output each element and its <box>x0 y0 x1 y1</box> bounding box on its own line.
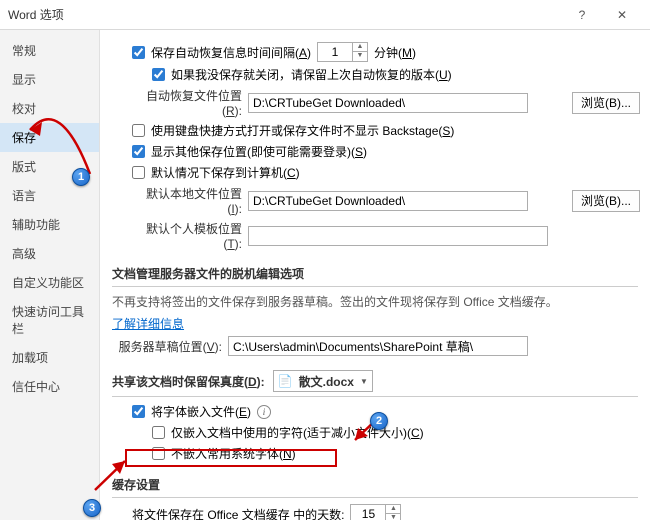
close-button[interactable]: ✕ <box>602 0 642 30</box>
only-used-checkbox[interactable] <box>152 426 165 439</box>
default-local-browse-button[interactable]: 浏览(B)... <box>572 190 640 212</box>
keep-days-label: 将文件保存在 Office 文档缓存 中的天数: <box>132 506 344 520</box>
personal-tpl-input[interactable] <box>248 226 548 246</box>
personal-tpl-label: 默认个人模板位置(T): <box>132 220 242 251</box>
keep-days-value[interactable] <box>351 505 385 520</box>
autosave-label: 保存自动恢复信息时间间隔(A) <box>151 44 311 61</box>
other-loc-checkbox[interactable] <box>132 145 145 158</box>
sidebar-item-proofing[interactable]: 校对 <box>0 94 99 123</box>
sidebar-item-save[interactable]: 保存 <box>0 123 99 152</box>
offline-section-header: 文档管理服务器文件的脱机编辑选项 <box>112 259 638 287</box>
annotation-marker-1: 1 <box>72 168 90 186</box>
fidelity-doc-dropdown[interactable]: 📄 散文.docx ▼ <box>273 370 373 392</box>
spin-down-icon[interactable]: ▼ <box>386 514 400 520</box>
offline-desc: 不再支持将签出的文件保存到服务器草稿。签出的文件现将保存到 Office 文档缓… <box>112 293 638 311</box>
autorecover-loc-label: 自动恢复文件位置(R): <box>132 87 242 118</box>
window-title: Word 选项 <box>8 6 562 23</box>
other-loc-label: 显示其他保存位置(即使可能需要登录)(S) <box>151 143 367 160</box>
sidebar-item-advanced[interactable]: 高级 <box>0 239 99 268</box>
embed-fonts-label: 将字体嵌入文件(E) <box>151 403 251 420</box>
autorecover-browse-button[interactable]: 浏览(B)... <box>572 92 640 114</box>
sidebar-item-accessibility[interactable]: 辅助功能 <box>0 210 99 239</box>
chevron-down-icon: ▼ <box>360 377 368 386</box>
autorecover-loc-input[interactable] <box>248 93 528 113</box>
default-local-input[interactable] <box>248 191 528 211</box>
spin-up-icon[interactable]: ▲ <box>353 43 367 52</box>
autosave-checkbox[interactable] <box>132 46 145 59</box>
sidebar-item-addins[interactable]: 加载项 <box>0 343 99 372</box>
autosave-unit: 分钟(M) <box>374 44 416 61</box>
spin-up-icon[interactable]: ▲ <box>386 505 400 514</box>
backstage-checkbox[interactable] <box>132 124 145 137</box>
default-local-label: 默认本地文件位置(I): <box>132 185 242 216</box>
spin-down-icon[interactable]: ▼ <box>353 52 367 61</box>
autosave-spinner[interactable]: ▲▼ <box>317 42 368 62</box>
doc-icon: 📄 <box>278 374 293 388</box>
annotation-marker-3: 3 <box>83 499 101 517</box>
default-pc-label: 默认情况下保存到计算机(C) <box>151 164 300 181</box>
help-button[interactable]: ? <box>562 0 602 30</box>
embed-fonts-checkbox[interactable] <box>132 405 145 418</box>
draft-loc-input[interactable] <box>228 336 528 356</box>
annotation-marker-2: 2 <box>370 412 388 430</box>
autosave-value[interactable] <box>318 43 352 61</box>
default-pc-checkbox[interactable] <box>132 166 145 179</box>
sidebar-item-customize-ribbon[interactable]: 自定义功能区 <box>0 268 99 297</box>
content-pane: 保存自动恢复信息时间间隔(A) ▲▼ 分钟(M) 如果我没保存就关闭，请保留上次… <box>100 30 650 520</box>
offline-link[interactable]: 了解详细信息 <box>112 315 184 332</box>
sidebar-item-display[interactable]: 显示 <box>0 65 99 94</box>
sidebar-item-trust-center[interactable]: 信任中心 <box>0 372 99 401</box>
skip-sys-checkbox[interactable] <box>152 447 165 460</box>
keep-days-spinner[interactable]: ▲▼ <box>350 504 401 520</box>
sidebar-item-qat[interactable]: 快速访问工具栏 <box>0 297 99 343</box>
keep-last-label: 如果我没保存就关闭，请保留上次自动恢复的版本(U) <box>171 66 452 83</box>
backstage-label: 使用键盘快捷方式打开或保存文件时不显示 Backstage(S) <box>151 122 454 139</box>
keep-last-checkbox[interactable] <box>152 68 165 81</box>
fidelity-section-header: 共享该文档时保留保真度(D): 📄 散文.docx ▼ <box>112 364 638 397</box>
draft-loc-label: 服务器草稿位置(V): <box>112 338 222 355</box>
sidebar-item-general[interactable]: 常规 <box>0 36 99 65</box>
fidelity-dd-value: 散文.docx <box>299 373 354 390</box>
cache-section-header: 缓存设置 <box>112 470 638 498</box>
sidebar: 常规 显示 校对 保存 版式 语言 辅助功能 高级 自定义功能区 快速访问工具栏… <box>0 30 100 520</box>
info-icon[interactable]: i <box>257 405 271 419</box>
skip-sys-label: 不嵌入常用系统字体(N) <box>171 445 296 462</box>
